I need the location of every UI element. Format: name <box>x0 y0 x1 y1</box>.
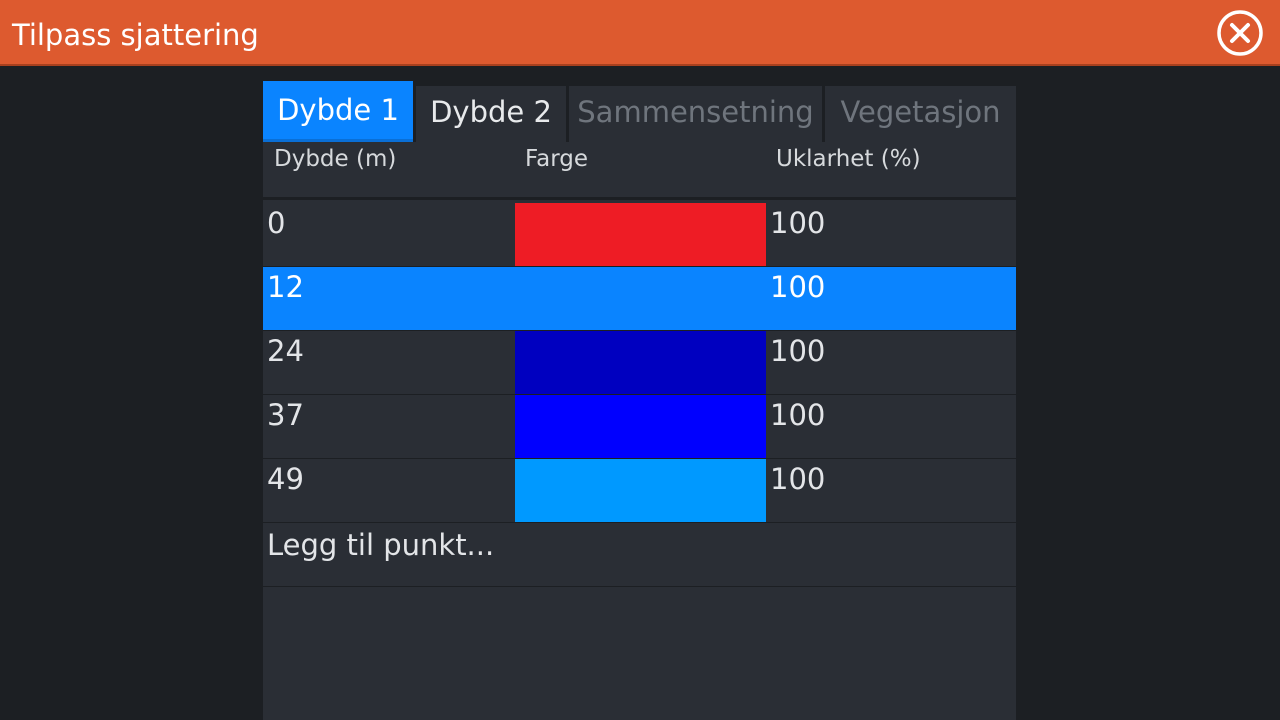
column-header-color: Farge <box>525 146 589 172</box>
depth-value: 37 <box>267 398 304 432</box>
dialog-titlebar: Tilpass sjattering <box>0 0 1280 66</box>
tab-dybde-1[interactable]: Dybde 1 <box>263 81 413 142</box>
opacity-value: 100 <box>770 462 826 496</box>
color-swatch[interactable] <box>515 459 766 522</box>
tab-bar: Dybde 1 Dybde 2 Sammensetning Vegetasjon <box>263 81 1016 142</box>
color-swatch[interactable] <box>515 203 766 266</box>
add-point-label: Legg til punkt... <box>267 528 495 562</box>
opacity-value: 100 <box>770 398 826 432</box>
color-swatch[interactable] <box>515 267 766 330</box>
tab-dybde-2[interactable]: Dybde 2 <box>416 86 566 142</box>
add-point-row[interactable]: Legg til punkt... <box>263 523 1016 587</box>
opacity-value: 100 <box>770 334 826 368</box>
close-button[interactable] <box>1216 9 1264 57</box>
depth-value: 49 <box>267 462 304 496</box>
table-row[interactable]: 37 100 <box>263 395 1016 459</box>
close-circle-icon <box>1217 10 1263 56</box>
column-header-depth: Dybde (m) <box>274 146 397 172</box>
tab-vegetasjon[interactable]: Vegetasjon <box>825 86 1016 142</box>
color-swatch[interactable] <box>515 331 766 394</box>
table-row[interactable]: 12 100 <box>263 267 1016 331</box>
table-row[interactable]: 49 100 <box>263 459 1016 523</box>
opacity-value: 100 <box>770 206 826 240</box>
shading-panel: Dybde 1 Dybde 2 Sammensetning Vegetasjon… <box>263 81 1016 720</box>
tab-sammensetning[interactable]: Sammensetning <box>569 86 822 142</box>
table-row[interactable]: 24 100 <box>263 331 1016 395</box>
depth-value: 0 <box>267 206 286 240</box>
table-row[interactable]: 0 100 <box>263 203 1016 267</box>
depth-value: 24 <box>267 334 304 368</box>
dialog-title: Tilpass sjattering <box>12 18 259 52</box>
table-header: Dybde (m) Farge Uklarhet (%) <box>263 142 1016 200</box>
color-swatch[interactable] <box>515 395 766 458</box>
column-header-opacity: Uklarhet (%) <box>776 146 921 172</box>
depth-value: 12 <box>267 270 304 304</box>
opacity-value: 100 <box>770 270 826 304</box>
